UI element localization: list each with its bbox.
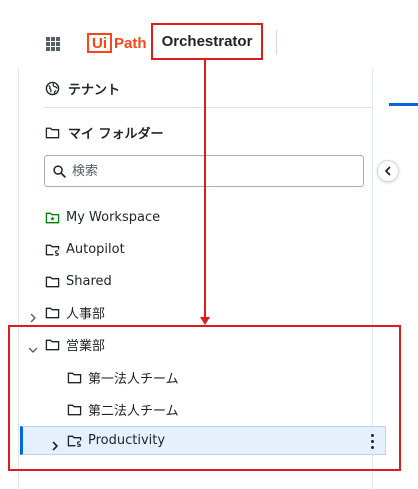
tenant-label: テナント [68,82,121,98]
section-divider [44,107,372,108]
chevron-down-icon[interactable] [28,339,38,361]
annotation-line [204,60,206,318]
tree-item-label: Shared [66,273,112,289]
chevron-left-icon [383,166,393,176]
tree-item-team-1[interactable]: 第一法人チーム [67,366,179,388]
logo-path-text: Path [114,34,147,52]
folder-icon [45,125,60,140]
tree-item-autopilot[interactable]: Autopilot [45,238,125,260]
tree-item-my-workspace[interactable]: My Workspace [45,206,160,228]
uipath-logo[interactable]: Ui Path [87,32,147,54]
product-name: Orchestrator [151,23,263,60]
search-icon [53,164,66,178]
folder-icon [45,337,60,352]
topbar-divider [276,30,277,55]
tree-item-label: 第二法人チーム [88,403,179,419]
active-tab-indicator [389,103,418,106]
tree-item-jinji[interactable]: 人事部 [45,301,105,323]
logo-ui-text: Ui [87,33,112,53]
tree-item-label: 人事部 [66,306,106,322]
tree-item-eigyo[interactable]: 営業部 [45,333,105,355]
tree-item-label: My Workspace [66,209,161,225]
solution-folder-icon [67,433,82,448]
search-input[interactable] [72,163,342,179]
folder-icon [67,370,82,385]
globe-icon [45,81,60,96]
tree-item-label: 営業部 [66,338,106,354]
folder-icon [45,305,60,320]
top-bar: Ui Path Orchestrator [0,0,418,68]
tree-item-team-2[interactable]: 第二法人チーム [67,398,179,420]
my-folders-header[interactable]: マイ フォルダー [45,123,164,142]
folder-icon [45,274,60,289]
tenant-item[interactable]: テナント [45,79,121,98]
chevron-right-icon[interactable] [28,307,38,329]
annotation-arrowhead [200,317,210,325]
solution-folder-icon [45,242,60,257]
tree-item-label: Autopilot [66,241,125,257]
more-options-icon[interactable] [364,430,380,452]
collapse-sidebar-button[interactable] [377,160,399,182]
tree-item-label: Productivity [88,432,166,448]
tree-item-shared[interactable]: Shared [45,270,112,292]
tree-item-label: 第一法人チーム [88,371,179,387]
workspace-folder-icon [45,210,60,225]
chevron-right-icon[interactable] [50,435,60,457]
folder-icon [67,402,82,417]
tree-item-productivity[interactable]: Productivity [67,429,165,451]
my-folders-label: マイ フォルダー [68,126,164,142]
app-launcher-icon[interactable] [46,37,60,51]
